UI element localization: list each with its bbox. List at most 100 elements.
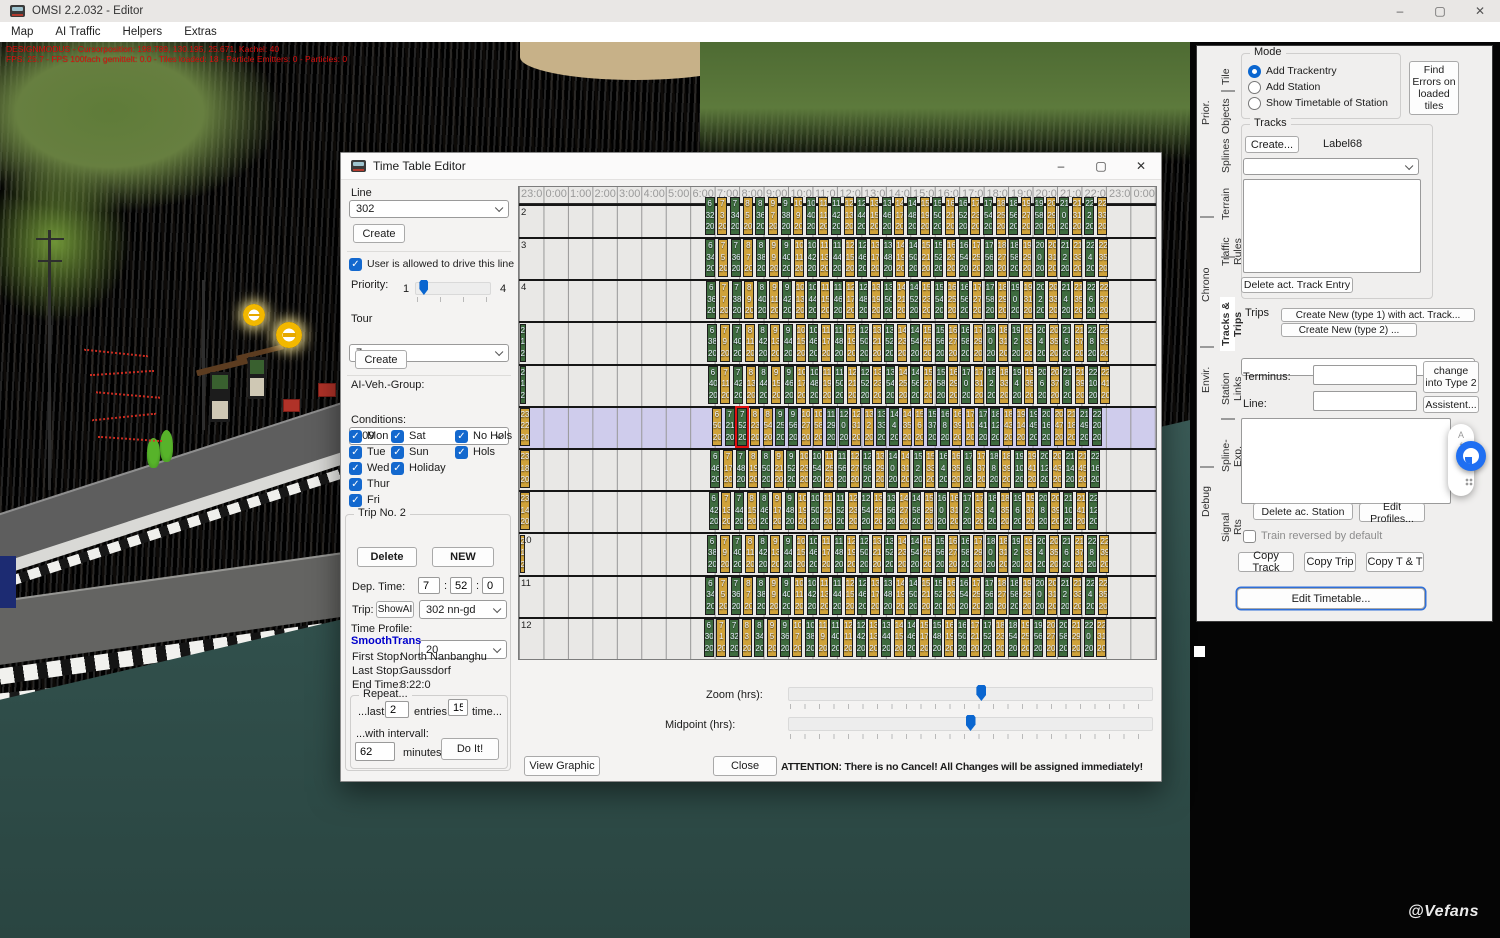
trip-bar[interactable]: 172920 (973, 535, 983, 573)
trip-bar[interactable]: 8720 (743, 239, 753, 277)
trip-bar[interactable]: 134820 (883, 577, 893, 615)
trip-bar[interactable]: 9720 (768, 197, 778, 235)
trip-bar[interactable]: 173720 (976, 450, 986, 488)
trip-bar[interactable]: 81120 (745, 535, 755, 573)
menu-item-extras[interactable]: Extras (173, 22, 228, 42)
trip-bar[interactable]: 231820 (520, 450, 530, 488)
trip-bar[interactable]: 84620 (759, 492, 769, 530)
trip-bar[interactable]: 19220 (1011, 535, 1021, 573)
trip-bar[interactable]: 213720 (1074, 324, 1084, 362)
trip-bar[interactable]: 221020 (1088, 366, 1098, 404)
zoom-slider[interactable] (788, 687, 1153, 701)
edit-timetable-button[interactable]: Edit Timetable... (1237, 588, 1425, 609)
trip-bar[interactable]: 175220 (982, 619, 992, 657)
trip-bar[interactable]: 104820 (809, 366, 819, 404)
trip-bar[interactable]: 93620 (780, 619, 790, 657)
do-it-button[interactable]: Do It! (441, 738, 499, 760)
trip-bar[interactable]: 21620 (1061, 324, 1071, 362)
trip-bar[interactable]: 14020 (888, 450, 898, 488)
trip-bar[interactable]: 94620 (784, 366, 794, 404)
user-allowed-row[interactable]: ✓ User is allowed to drive this line (349, 257, 514, 271)
trip-bar[interactable]: 101120 (794, 577, 804, 615)
trip-bar[interactable]: 64220 (709, 492, 719, 530)
trip-bar[interactable]: 121520 (845, 239, 855, 277)
trip-bar[interactable]: 95620 (788, 408, 798, 446)
trip-bar[interactable]: 16020 (937, 492, 947, 530)
line-combobox[interactable]: 302 (349, 200, 509, 218)
trip-bar[interactable]: 183520 (1000, 492, 1010, 530)
condition-checkbox-no-hols[interactable]: ✓ (455, 430, 468, 443)
trip-bar[interactable]: 63820 (707, 324, 717, 362)
copy-trip-button[interactable]: Copy Trip (1304, 552, 1356, 572)
dialog-maximize-button[interactable]: ▢ (1081, 153, 1121, 179)
trip-bar[interactable]: 83820 (756, 239, 766, 277)
change-type2-button[interactable]: change into Type 2 (1423, 361, 1479, 393)
create-trip-type2-button[interactable]: Create New (type 2) ... (1281, 323, 1417, 337)
trip-bar[interactable]: 114620 (833, 281, 843, 319)
condition-row[interactable]: ✓Holiday (391, 461, 455, 475)
trip-bar[interactable]: 20020 (1035, 239, 1045, 277)
copy-tt-button[interactable]: Copy T & T (1366, 552, 1424, 572)
trip-bar[interactable]: 20620 (1037, 366, 1047, 404)
trip-bar[interactable]: 212920 (1071, 619, 1081, 657)
trip-bar[interactable]: 124620 (857, 239, 867, 277)
midpoint-slider[interactable] (788, 717, 1153, 731)
trip-bar[interactable]: 183920 (1001, 450, 1011, 488)
trip-bar[interactable]: 165220 (958, 197, 968, 235)
trip-bar[interactable]: 83420 (754, 619, 764, 657)
trip-bar[interactable]: 152520 (922, 535, 932, 573)
condition-checkbox-thur[interactable]: ✓ (349, 478, 362, 491)
trip-bar[interactable]: 182920 (997, 281, 1007, 319)
trip-bar[interactable]: 19420 (1012, 366, 1022, 404)
trip-bar[interactable]: 114220 (831, 197, 841, 235)
terminus-input[interactable] (1313, 365, 1417, 385)
trip-bar[interactable]: 125020 (859, 324, 869, 362)
trip-bar[interactable]: 205820 (1058, 619, 1068, 657)
trip-bar[interactable]: 131720 (870, 577, 880, 615)
trip-bar[interactable]: 145420 (910, 535, 920, 573)
tab-group-debug[interactable]: Debug (1200, 484, 1214, 520)
tour-row-4[interactable]: 4636207720738208920840209112094220101320… (519, 279, 1156, 321)
trip-bar[interactable]: 152520 (922, 324, 932, 362)
trip-bar[interactable]: 18820 (989, 450, 999, 488)
tour-row-5[interactable]: 5638207920740208112084220913209442010152… (519, 321, 1156, 363)
dep-hour-input[interactable] (418, 577, 440, 594)
trip-bar[interactable]: 213920 (1075, 366, 1085, 404)
trip-bar[interactable]: 141520 (894, 619, 904, 657)
condition-row[interactable]: ✓Wed (349, 461, 391, 475)
trip-bar[interactable]: 91320 (770, 324, 780, 362)
trip-bar[interactable]: 115020 (834, 366, 844, 404)
trip-bar[interactable]: 21220 (1060, 577, 1070, 615)
tab-spline-exp-[interactable]: Spline-Exp. (1220, 432, 1235, 480)
trip-bar[interactable]: 101720 (796, 366, 806, 404)
trip-bar[interactable]: 162320 (946, 239, 956, 277)
dep-second-input[interactable] (482, 577, 504, 594)
trip-bar[interactable]: 104020 (806, 197, 816, 235)
trip-bar[interactable]: 22420 (1085, 239, 1095, 277)
menu-item-map[interactable]: Map (0, 22, 44, 42)
condition-checkbox-sat[interactable]: ✓ (391, 430, 404, 443)
repeat-times-input[interactable] (448, 699, 468, 716)
trip-bar[interactable]: 131720 (870, 239, 880, 277)
trip-bar[interactable]: 194120 (1027, 450, 1037, 488)
trip-bar[interactable]: 7920 (720, 535, 730, 573)
trip-bar[interactable]: 135420 (885, 366, 895, 404)
trip-bar[interactable]: 94020 (781, 577, 791, 615)
trip-bar[interactable]: 18420 (987, 492, 997, 530)
trip-bar[interactable]: 125420 (861, 492, 871, 530)
trip-bar[interactable]: 112520 (824, 450, 834, 488)
trip-bar[interactable]: 102720 (801, 408, 811, 446)
trip-bar[interactable]: 104620 (808, 535, 818, 573)
trip-bar[interactable]: 194520 (1028, 408, 1038, 446)
trip-bar[interactable]: 191020 (1014, 450, 1024, 488)
trip-bar[interactable]: 71720 (723, 450, 733, 488)
trip-bar[interactable]: 171020 (965, 408, 975, 446)
panel-handle[interactable] (1194, 646, 1205, 657)
trip-bar[interactable]: 20820 (1038, 492, 1048, 530)
condition-row[interactable]: ✓Tue (349, 445, 391, 459)
trip-bar[interactable]: 91720 (772, 492, 782, 530)
trip-bar[interactable]: 175820 (985, 281, 995, 319)
condition-row[interactable]: ✓Sun (391, 445, 455, 459)
trip-bar[interactable]: 162120 (945, 197, 955, 235)
trip-bar[interactable]: 161920 (944, 619, 954, 657)
